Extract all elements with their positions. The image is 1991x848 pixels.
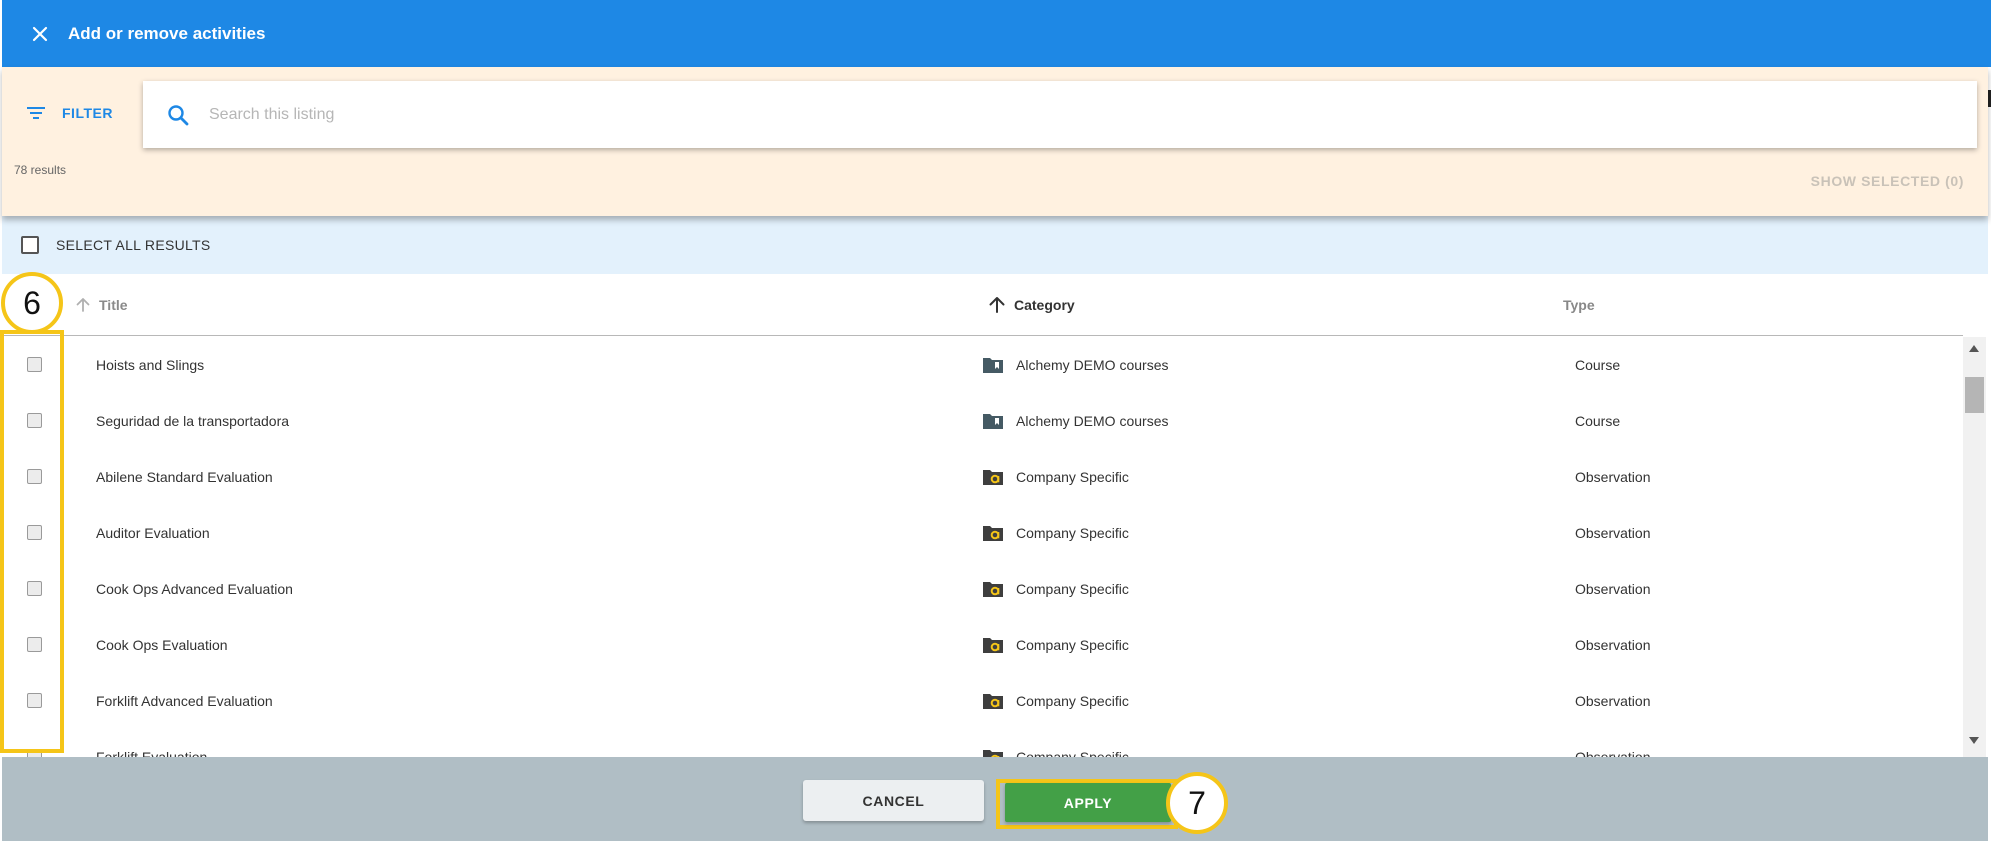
table-row: Forklift Evaluation Company Specific Obs… <box>0 729 1963 757</box>
row-category: Company Specific <box>982 449 1129 505</box>
filter-button[interactable]: FILTER <box>26 105 113 121</box>
close-button[interactable] <box>26 20 54 48</box>
table-row: Auditor Evaluation Company Specific Obse… <box>0 505 1963 561</box>
table-row: Forklift Advanced Evaluation Company Spe… <box>0 673 1963 729</box>
row-title: Cook Ops Evaluation <box>96 637 228 653</box>
row-category: Alchemy DEMO courses <box>982 337 1168 393</box>
select-all-row: SELECT ALL RESULTS <box>2 216 1988 274</box>
dialog-title: Add or remove activities <box>68 23 266 43</box>
table-row: Cook Ops Evaluation Company Specific Obs… <box>0 617 1963 673</box>
row-category: Company Specific <box>982 505 1129 561</box>
row-category-label: Company Specific <box>1016 749 1129 757</box>
row-title: Seguridad de la transportadora <box>96 413 290 429</box>
table-header: Title Category Type <box>0 274 1963 336</box>
checkbox-column-highlight <box>0 330 64 753</box>
row-category-label: Alchemy DEMO courses <box>1016 413 1169 429</box>
cancel-button[interactable]: CANCEL <box>803 780 984 821</box>
row-title: Forklift Evaluation <box>96 749 208 757</box>
close-icon <box>32 26 48 41</box>
table-row: Cook Ops Advanced Evaluation Company Spe… <box>0 561 1963 617</box>
list-scrollbar[interactable] <box>1963 337 1986 757</box>
sort-arrow-up-icon <box>988 296 1006 314</box>
filter-icon <box>27 107 45 119</box>
company-folder-icon <box>982 636 1004 654</box>
row-category-label: Company Specific <box>1016 525 1129 541</box>
filter-label: FILTER <box>62 105 113 121</box>
row-title: Auditor Evaluation <box>96 525 210 541</box>
search-input[interactable] <box>209 105 1909 124</box>
column-header-title[interactable]: Title <box>75 274 128 336</box>
row-category: Company Specific <box>982 617 1129 673</box>
row-type: Course <box>1575 357 1621 373</box>
row-title: Forklift Advanced Evaluation <box>96 693 273 709</box>
column-header-type[interactable]: Type <box>1563 274 1595 336</box>
column-category-label: Category <box>1014 297 1075 313</box>
row-category: Company Specific <box>982 561 1129 617</box>
select-all-checkbox[interactable] <box>21 236 39 254</box>
add-remove-activities-dialog: Add or remove activities FILTER 78 resul… <box>0 0 1991 848</box>
company-folder-icon <box>982 468 1004 486</box>
column-title-label: Title <box>99 297 128 313</box>
company-folder-icon <box>982 748 1004 757</box>
row-title: Hoists and Slings <box>96 357 205 373</box>
table-row: Seguridad de la transportadora Alchemy D… <box>0 393 1963 449</box>
row-type: Course <box>1575 413 1621 429</box>
show-selected-button[interactable]: SHOW SELECTED (0) <box>1811 173 1964 189</box>
apply-button[interactable]: APPLY <box>1005 783 1171 822</box>
row-category-label: Company Specific <box>1016 581 1129 597</box>
row-title: Abilene Standard Evaluation <box>96 469 273 485</box>
scroll-up-arrow-icon[interactable] <box>1969 345 1979 352</box>
table-row: Hoists and Slings Alchemy DEMO courses C… <box>0 337 1963 393</box>
row-type: Observation <box>1575 469 1651 485</box>
results-count: 78 results <box>14 163 67 177</box>
row-title: Cook Ops Advanced Evaluation <box>96 581 293 597</box>
row-type: Observation <box>1575 693 1651 709</box>
company-folder-icon <box>982 580 1004 598</box>
course-folder-icon <box>982 356 1004 374</box>
scroll-down-arrow-icon[interactable] <box>1969 737 1979 744</box>
activity-list: Hoists and Slings Alchemy DEMO courses C… <box>0 337 1963 757</box>
course-folder-icon <box>982 412 1004 430</box>
dialog-header: Add or remove activities <box>2 0 1991 67</box>
row-type: Observation <box>1575 749 1651 757</box>
filter-bar: FILTER 78 results SHOW SELECTED (0) <box>2 67 1988 216</box>
row-category: Alchemy DEMO courses <box>982 393 1168 449</box>
company-folder-icon <box>982 692 1004 710</box>
search-box <box>143 81 1977 148</box>
row-type: Observation <box>1575 581 1651 597</box>
select-all-label: SELECT ALL RESULTS <box>56 237 211 253</box>
search-icon <box>167 103 191 127</box>
sort-arrow-up-icon <box>75 297 91 313</box>
row-category-label: Company Specific <box>1016 637 1129 653</box>
step-callout-badge: 7 <box>1166 772 1228 834</box>
table-row: Abilene Standard Evaluation Company Spec… <box>0 449 1963 505</box>
dialog-footer: CANCEL APPLY <box>2 757 1988 841</box>
row-category-label: Company Specific <box>1016 469 1129 485</box>
column-header-category[interactable]: Category <box>988 274 1075 336</box>
row-category-label: Company Specific <box>1016 693 1129 709</box>
row-category-label: Alchemy DEMO courses <box>1016 357 1169 373</box>
column-type-label: Type <box>1563 297 1595 313</box>
company-folder-icon <box>982 524 1004 542</box>
row-category: Company Specific <box>982 729 1129 757</box>
row-category: Company Specific <box>982 673 1129 729</box>
row-type: Observation <box>1575 525 1651 541</box>
row-type: Observation <box>1575 637 1651 653</box>
step-callout-badge: 6 <box>1 272 63 334</box>
scrollbar-thumb[interactable] <box>1965 377 1984 413</box>
